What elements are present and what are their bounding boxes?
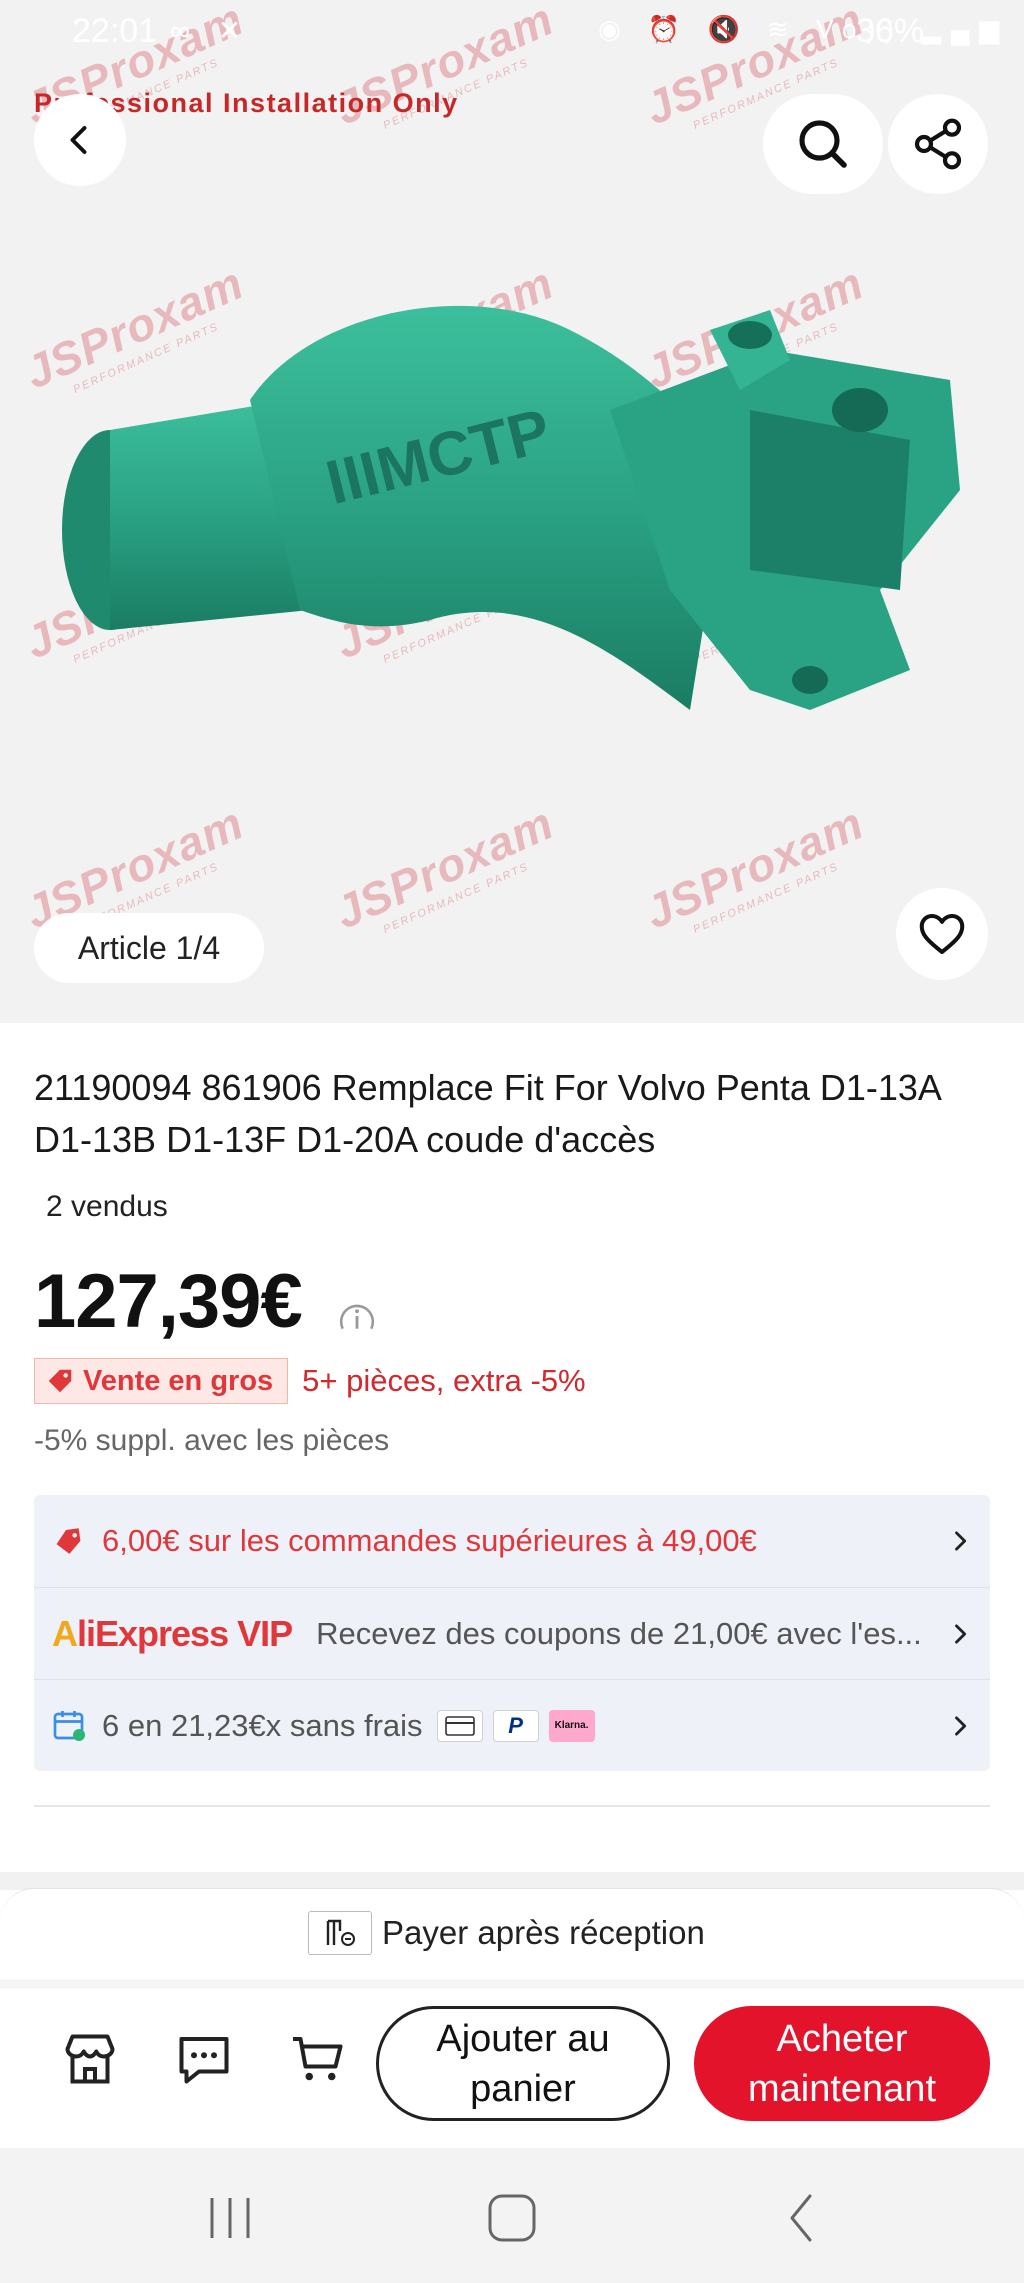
- chevron-right-icon: [955, 1716, 967, 1736]
- search-icon: [799, 120, 847, 168]
- product-title: 21190094 861906 Remplace Fit For Volvo P…: [34, 1067, 940, 1160]
- search-button[interactable]: [763, 94, 883, 194]
- promo-box: 6,00€ sur les commandes supérieures à 49…: [34, 1495, 990, 1771]
- system-navigation-bar: [0, 2148, 1024, 2283]
- watermark: JSProxamPERFORMANCE PARTS: [327, 796, 562, 939]
- recent-apps-icon[interactable]: [200, 2192, 260, 2244]
- add-to-cart-button[interactable]: Ajouter au panier: [376, 2006, 670, 2121]
- wholesale-badge: Vente en gros: [34, 1358, 289, 1404]
- chevron-right-icon: [955, 1624, 967, 1644]
- section-divider: [34, 1805, 990, 1807]
- status-time: 22:01: [72, 12, 158, 50]
- cash-on-delivery-icon: [308, 1911, 372, 1955]
- calendar-icon: [53, 1710, 85, 1741]
- installments-text: 6 en 21,23€x sans frais: [102, 1707, 423, 1743]
- vip-text: Recevez des coupons de 21,00€ avec l'es.…: [316, 1615, 922, 1651]
- pay-after-delivery[interactable]: Payer après réception: [308, 1911, 705, 1955]
- elbow-part-image: IIIMCTP: [62, 305, 960, 710]
- status-left-icons: ∞ ✕: [170, 15, 252, 46]
- card-icon: [436, 1709, 483, 1742]
- chevron-left-icon: [70, 126, 87, 154]
- share-icon: [914, 118, 962, 170]
- coupon-tag-icon: [56, 1528, 81, 1554]
- bottom-action-sheet: Payer après réception Ajouter au panier …: [0, 1888, 1024, 2148]
- wishlist-button[interactable]: [896, 888, 988, 980]
- wholesale-text: 5+ pièces, extra -5%: [302, 1363, 586, 1398]
- sheet-divider: [0, 1979, 1024, 1989]
- price-row: 127,39€: [34, 1258, 376, 1345]
- chevron-right-icon: [955, 1531, 967, 1551]
- wholesale-row: Vente en gros 5+ pièces, extra -5%: [34, 1358, 586, 1404]
- buy-now-button[interactable]: Acheter maintenant: [694, 2006, 990, 2121]
- image-counter: Article 1/4: [34, 913, 264, 983]
- wholesale-badge-label: Vente en gros: [83, 1364, 274, 1397]
- aliexpress-vip-logo: AliExpress VIP: [52, 1612, 293, 1654]
- klarna-icon: Klarna.: [548, 1709, 595, 1742]
- sold-count: 2 vendus: [46, 1190, 168, 1223]
- tag-icon: [48, 1369, 72, 1393]
- vip-row[interactable]: AliExpress VIP Recevez des coupons de 21…: [34, 1587, 990, 1679]
- battery-level: 36%: [856, 12, 925, 50]
- product-price: 127,39€: [34, 1259, 303, 1344]
- share-button[interactable]: [888, 94, 988, 194]
- store-icon[interactable]: [60, 2029, 120, 2089]
- back-nav-icon[interactable]: [774, 2192, 830, 2244]
- status-bar: 22:01 ∞ ✕ ◉ ⏰ 🔇 ≋ Vo)) ▂▄▆ 36%: [0, 0, 1024, 62]
- heart-icon: [919, 913, 965, 955]
- status-right-icons: ◉ ⏰ 🔇 ≋ Vo)) ▂▄▆: [598, 14, 1010, 44]
- product-image-gallery[interactable]: JSProxam PERFORMANCE PARTS JSProxam PERFOR…: [0, 0, 1024, 1023]
- watermark: JSProxamPERFORMANCE PARTS: [637, 796, 872, 939]
- coupon-text: 6,00€ sur les commandes supérieures à 49…: [102, 1523, 757, 1558]
- coupon-row[interactable]: 6,00€ sur les commandes supérieures à 49…: [34, 1495, 990, 1587]
- cart-icon[interactable]: [288, 2029, 348, 2089]
- back-button[interactable]: [34, 94, 126, 186]
- info-icon[interactable]: [338, 1297, 376, 1335]
- payment-methods: P Klarna.: [436, 1709, 595, 1742]
- installments-row[interactable]: 6 en 21,23€x sans frais P Klarna.: [34, 1679, 990, 1771]
- home-icon[interactable]: [484, 2192, 540, 2244]
- extra-discount: -5% suppl. avec les pièces: [34, 1424, 390, 1457]
- paypal-icon: P: [492, 1709, 539, 1742]
- pay-after-delivery-label: Payer après réception: [382, 1914, 705, 1951]
- chat-icon[interactable]: [174, 2029, 234, 2089]
